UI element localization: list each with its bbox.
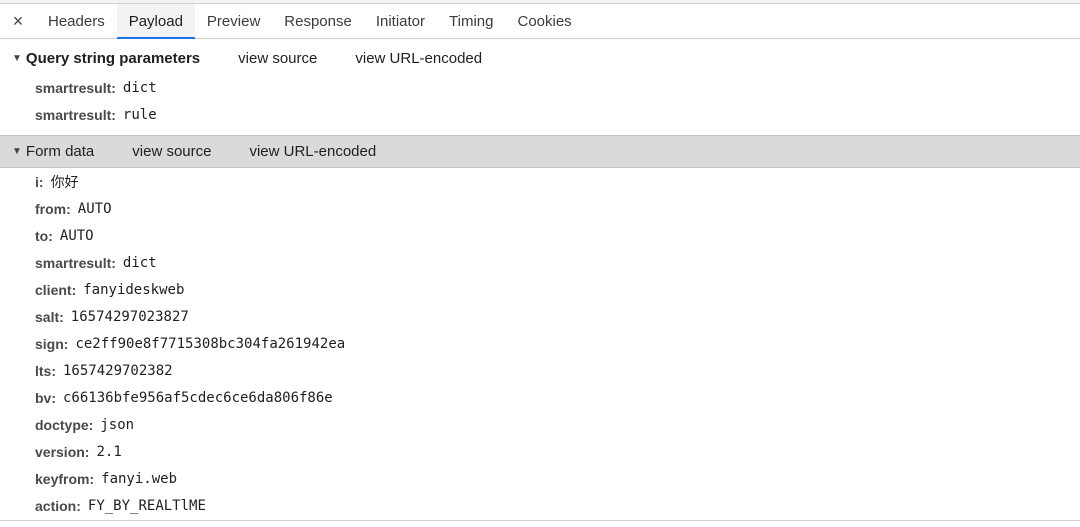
param-value: 2.1 — [96, 443, 122, 460]
form-data-title[interactable]: Form data — [26, 143, 94, 160]
form-view-source-link[interactable]: view source — [132, 143, 211, 160]
param-key: doctype: — [35, 416, 94, 433]
tab-timing[interactable]: Timing — [437, 4, 505, 38]
query-string-title[interactable]: Query string parameters — [26, 50, 200, 67]
param-value: dict — [122, 254, 157, 271]
param-value: AUTO — [77, 200, 112, 217]
param-value: rule — [122, 106, 157, 123]
param-value: FY_BY_REALTlME — [87, 497, 206, 514]
param-value: dict — [122, 79, 157, 96]
query-view-url-encoded-link[interactable]: view URL-encoded — [355, 50, 482, 67]
form-param-row: from: AUTO — [35, 195, 112, 222]
param-value: c66136bfe956af5cdec6ce6da806f86e — [63, 389, 333, 406]
form-param-row: smartresult: dict — [35, 249, 157, 276]
collapse-triangle-icon[interactable]: ▼ — [12, 53, 22, 64]
tab-initiator[interactable]: Initiator — [364, 4, 437, 38]
collapse-triangle-icon[interactable]: ▼ — [12, 146, 22, 157]
query-view-source-link[interactable]: view source — [238, 50, 317, 67]
form-view-url-encoded-link[interactable]: view URL-encoded — [249, 143, 376, 160]
tab-cookies[interactable]: Cookies — [505, 4, 583, 38]
bottom-divider — [0, 520, 1080, 521]
param-key: smartresult: — [35, 106, 116, 123]
form-param-row: sign: ce2ff90e8f7715308bc304fa261942ea — [35, 330, 345, 357]
param-key: smartresult: — [35, 254, 116, 271]
form-param-row: salt: 16574297023827 — [35, 303, 189, 330]
param-value: fanyideskweb — [83, 281, 185, 298]
param-value: 1657429702382 — [63, 362, 173, 379]
param-key: client: — [35, 281, 77, 298]
form-param-row: version: 2.1 — [35, 438, 122, 465]
query-param-row: smartresult: dict — [35, 74, 157, 101]
tab-preview[interactable]: Preview — [195, 4, 272, 38]
form-data-section-header: ▼ Form data view source view URL-encoded — [0, 135, 1080, 168]
query-string-section-header: ▼ Query string parameters view source vi… — [0, 42, 1080, 74]
param-value: AUTO — [59, 227, 94, 244]
param-key: bv: — [35, 389, 56, 406]
form-param-row: to: AUTO — [35, 222, 94, 249]
form-param-row: keyfrom: fanyi.web — [35, 465, 177, 492]
param-key: salt: — [35, 308, 64, 325]
param-key: to: — [35, 227, 53, 244]
form-param-row: lts: 1657429702382 — [35, 357, 173, 384]
param-key: lts: — [35, 362, 56, 379]
param-key: version: — [35, 443, 90, 460]
param-value: fanyi.web — [101, 470, 177, 487]
param-key: action: — [35, 497, 81, 514]
param-key: i: — [35, 173, 44, 190]
param-value: ce2ff90e8f7715308bc304fa261942ea — [75, 335, 346, 352]
param-key: from: — [35, 200, 71, 217]
tab-headers[interactable]: Headers — [36, 4, 117, 38]
form-param-row: doctype: json — [35, 411, 134, 438]
devtools-tab-bar: × Headers Payload Preview Response Initi… — [0, 4, 1080, 39]
param-value: 你好 — [50, 174, 79, 191]
tab-response[interactable]: Response — [272, 4, 364, 38]
query-param-row: smartresult: rule — [35, 101, 157, 128]
param-value: 16574297023827 — [70, 308, 189, 325]
tab-payload[interactable]: Payload — [116, 4, 196, 39]
param-key: sign: — [35, 335, 69, 352]
form-param-row: i: 你好 — [35, 168, 79, 195]
param-key: keyfrom: — [35, 470, 95, 487]
form-param-row: client: fanyideskweb — [35, 276, 184, 303]
form-param-row: bv: c66136bfe956af5cdec6ce6da806f86e — [35, 384, 333, 411]
form-param-row: action: FY_BY_REALTlME — [35, 492, 206, 519]
param-key: smartresult: — [35, 79, 116, 96]
param-value: json — [100, 416, 135, 433]
close-icon[interactable]: × — [0, 4, 36, 38]
